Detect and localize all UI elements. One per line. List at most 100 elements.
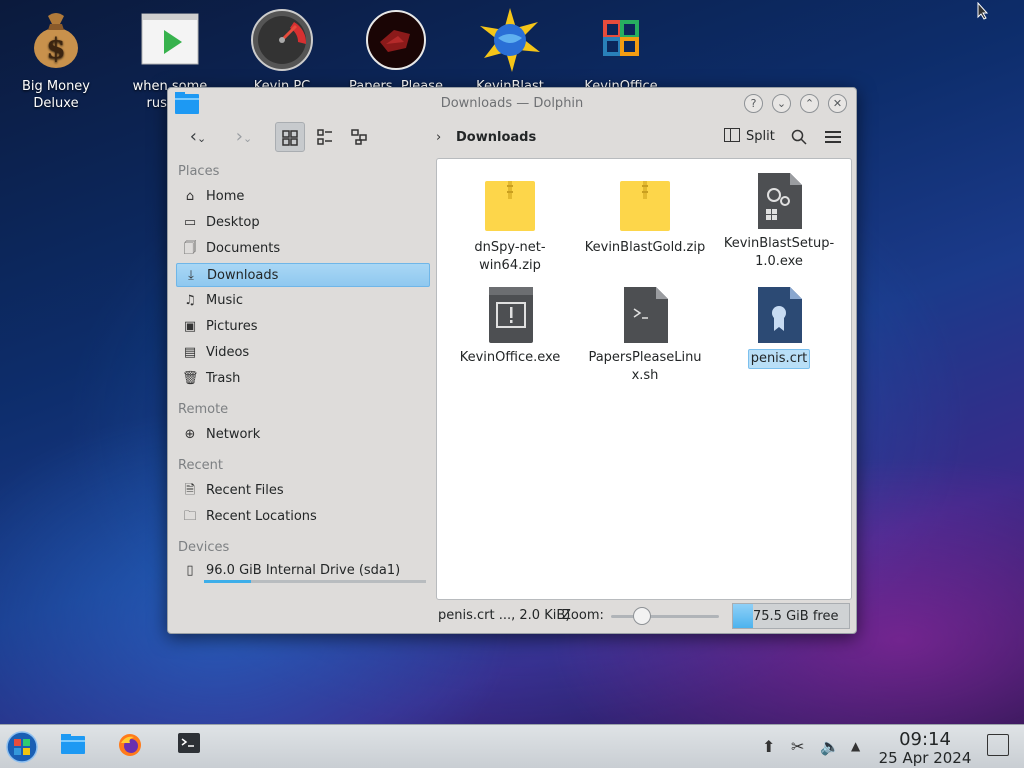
sidebar-item-label: Videos	[206, 345, 250, 360]
file-item[interactable]: KevinBlastSetup-1.0.exe	[713, 171, 845, 271]
desktop-icon-label: Big Money Deluxe	[21, 79, 90, 111]
desktop-icon-kevinblast[interactable]: KevinBlast	[455, 8, 565, 95]
breadcrumb[interactable]: Downloads	[456, 130, 536, 145]
sidebar-item-recent-files[interactable]: 🗎 Recent Files	[176, 479, 430, 503]
clock-time[interactable]: 09:14	[880, 729, 970, 750]
sidebar-item-videos[interactable]: ▤ Videos	[176, 341, 430, 365]
network-status-icon[interactable]: ⬆	[762, 737, 775, 756]
recent-locations-icon: 🗀	[183, 509, 197, 524]
close-icon: ✕	[832, 97, 843, 110]
volume-icon[interactable]: 🔈	[820, 737, 840, 756]
question-icon: ?	[750, 97, 757, 110]
zip-icon	[620, 181, 670, 231]
toolbar: ‹⌄ ›⌄ › Downloads Split	[168, 120, 856, 156]
free-space-label: 75.5 GiB free	[753, 609, 839, 624]
chevron-down-icon: ⌄	[776, 97, 787, 110]
breadcrumb-separator-icon: ›	[436, 130, 442, 145]
file-view[interactable]: dnSpy-net-win64.zip KevinBlastGold.zip K…	[436, 158, 852, 600]
places-panel: Places ⌂ Home ▭ Desktop 🗍 Documents ⤓ Downlo…	[174, 158, 432, 628]
clock-date[interactable]: 25 Apr 2024	[870, 749, 980, 767]
file-item[interactable]: PapersPleaseLinux.sh	[579, 285, 711, 385]
compact-view-button[interactable]	[310, 122, 340, 152]
sidebar-item-desktop[interactable]: ▭ Desktop	[176, 211, 430, 235]
zip-icon	[485, 181, 535, 231]
desktop-icon-kevin-pc[interactable]: Kevin PC	[227, 8, 337, 95]
show-desktop-button[interactable]	[987, 734, 1009, 756]
music-icon: ♫	[184, 293, 196, 308]
sidebar-item-network[interactable]: ⊕ Network	[176, 423, 430, 447]
documents-icon: 🗍	[183, 241, 197, 256]
zoom-label: Zoom:	[562, 608, 604, 623]
file-name: KevinOffice.exe	[459, 350, 561, 365]
exe-gear-icon	[758, 173, 802, 229]
section-devices: Devices	[178, 540, 230, 555]
sidebar-item-pictures[interactable]: ▣ Pictures	[176, 315, 430, 339]
forward-button[interactable]: ›⌄	[224, 122, 264, 152]
file-name: penis.crt	[747, 349, 811, 369]
chevron-down-icon: ⌄	[196, 132, 207, 145]
zoom-slider-handle[interactable]	[633, 607, 651, 625]
taskbar: ⬆ ✂ 🔈 ▲ 09:14 25 Apr 2024	[0, 724, 1024, 768]
drive-usage-fill	[204, 580, 251, 583]
file-item[interactable]: KevinOffice.exe	[444, 285, 576, 367]
drive-usage-bar	[204, 580, 426, 583]
certificate-icon	[758, 287, 802, 343]
sidebar-item-label: Network	[206, 427, 261, 442]
back-button[interactable]: ‹⌄	[178, 122, 218, 152]
tree-view-icon	[351, 129, 367, 145]
taskbar-firefox-button[interactable]	[116, 733, 144, 761]
free-space-fill	[733, 604, 753, 628]
split-button[interactable]: Split	[724, 128, 775, 144]
file-item[interactable]: dnSpy-net-win64.zip	[444, 179, 576, 275]
dolphin-window: Downloads — Dolphin ? ⌄ ⌃ ✕ ‹⌄ ›⌄ › Down…	[167, 87, 857, 634]
file-name: PapersPleaseLinux.sh	[588, 350, 702, 383]
search-button[interactable]	[786, 122, 812, 152]
file-item[interactable]: KevinBlastGold.zip	[579, 179, 711, 257]
tray-expand-icon[interactable]: ▲	[851, 739, 860, 753]
desktop-icon-kevinoffice[interactable]: KevinOffice	[566, 8, 676, 95]
close-button[interactable]: ✕	[828, 94, 847, 113]
sidebar-item-documents[interactable]: 🗍 Documents	[176, 237, 430, 261]
desktop-icon-papers-please[interactable]: Papers, Please	[341, 8, 451, 95]
sidebar-item-music[interactable]: ♫ Music	[176, 289, 430, 313]
taskbar-terminal-button[interactable]	[175, 733, 203, 761]
arrow-left-icon: ‹	[189, 126, 197, 147]
file-item[interactable]: penis.crt	[713, 285, 845, 369]
money-bag-icon: $	[34, 13, 78, 68]
chevron-up-icon: ⌃	[804, 97, 815, 110]
shell-script-icon	[624, 287, 668, 343]
sidebar-item-recent-locations[interactable]: 🗀 Recent Locations	[176, 505, 430, 529]
taskbar-dolphin-button[interactable]	[59, 733, 87, 761]
sidebar-item-label: Home	[206, 189, 245, 204]
zoom-slider-track[interactable]	[611, 615, 719, 618]
videos-icon: ▤	[183, 345, 197, 360]
file-name: dnSpy-net-win64.zip	[474, 240, 546, 273]
sidebar-item-label: Documents	[206, 241, 281, 256]
sidebar-item-home[interactable]: ⌂ Home	[176, 185, 430, 209]
split-view-icon	[724, 128, 740, 142]
details-view-button[interactable]	[344, 122, 374, 152]
desktop-icon-big-money-deluxe[interactable]: $ Big Money Deluxe	[1, 8, 111, 112]
free-space-indicator[interactable]: 75.5 GiB free	[732, 603, 850, 629]
icons-view-button[interactable]	[275, 122, 305, 152]
sidebar-item-trash[interactable]: 🗑 Trash	[176, 367, 430, 391]
trash-icon: 🗑	[182, 371, 199, 386]
split-label: Split	[746, 129, 775, 144]
arrow-right-icon: ›	[235, 126, 243, 147]
menu-button[interactable]	[820, 122, 846, 152]
section-recent: Recent	[178, 458, 223, 473]
section-places: Places	[178, 164, 220, 179]
globe-star-icon	[480, 8, 540, 72]
firefox-icon	[119, 734, 141, 756]
title-bar[interactable]: Downloads — Dolphin ? ⌄ ⌃ ✕	[168, 88, 856, 118]
sidebar-item-label: Desktop	[206, 215, 260, 230]
help-button[interactable]: ?	[744, 94, 763, 113]
maximize-button[interactable]: ⌃	[800, 94, 819, 113]
minimize-button[interactable]: ⌄	[772, 94, 791, 113]
application-launcher-button[interactable]	[6, 731, 38, 763]
pictures-icon: ▣	[183, 319, 197, 334]
chevron-down-icon: ⌄	[242, 132, 253, 145]
sidebar-item-downloads[interactable]: ⤓ Downloads	[176, 263, 430, 287]
scissors-icon[interactable]: ✂	[791, 737, 804, 756]
sidebar-item-label: 96.0 GiB Internal Drive (sda1)	[206, 563, 401, 578]
